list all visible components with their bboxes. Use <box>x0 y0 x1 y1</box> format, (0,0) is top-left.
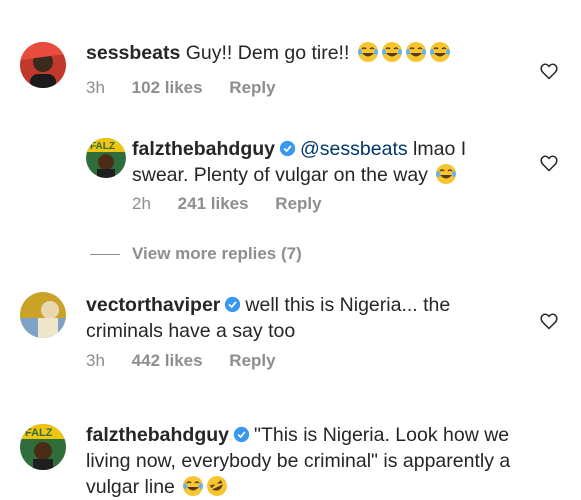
comment-text: vectorthaviper well this is Nigeria... th… <box>86 292 506 344</box>
timestamp: 3h <box>86 78 105 97</box>
comment-meta: 2h 241 likes Reply <box>132 194 344 214</box>
view-more-label: View more replies (7) <box>132 244 302 263</box>
verified-badge-icon <box>279 140 296 157</box>
avatar-sessbeats[interactable] <box>20 42 66 88</box>
likes-count[interactable]: 241 likes <box>178 194 249 213</box>
view-more-replies-button[interactable]: View more replies (7) <box>90 244 302 264</box>
username[interactable]: falzthebahdguy <box>86 424 229 446</box>
reply-button[interactable]: Reply <box>275 194 321 213</box>
comment-body: Guy!! Dem go tire!! <box>185 42 350 64</box>
laughing-tears-emoji <box>357 42 378 62</box>
avatar-falzthebahdguy[interactable]: FALZ <box>86 138 126 178</box>
timestamp: 3h <box>86 351 105 370</box>
emoji-group <box>355 42 451 64</box>
divider-line <box>90 254 120 256</box>
username[interactable]: vectorthaviper <box>86 294 220 316</box>
avatar-vectorthaviper[interactable] <box>20 292 66 338</box>
verified-badge-icon <box>233 426 250 443</box>
laughing-tears-emoji <box>183 476 204 496</box>
reply-button[interactable]: Reply <box>229 78 275 97</box>
comment-meta: 3h 102 likes Reply <box>86 78 298 98</box>
svg-text:FALZ: FALZ <box>90 141 115 152</box>
mention-link[interactable]: @sessbeats <box>300 138 408 160</box>
timestamp: 2h <box>132 194 151 213</box>
username[interactable]: falzthebahdguy <box>132 138 275 160</box>
likes-count[interactable]: 442 likes <box>132 351 203 370</box>
laughing-tears-emoji <box>429 42 450 62</box>
comment-text: sessbeats Guy!! Dem go tire!! <box>86 40 526 66</box>
svg-text:FALZ: FALZ <box>25 427 53 439</box>
comment-meta: 3h 442 likes Reply <box>86 351 298 371</box>
rolling-laughing-emoji <box>207 476 228 496</box>
likes-count[interactable]: 102 likes <box>132 78 203 97</box>
laughing-tears-emoji <box>405 42 426 62</box>
comment-text: falzthebahdguy @sessbeats lmao I swear. P… <box>132 136 522 188</box>
verified-badge-icon <box>225 296 241 313</box>
heart-icon[interactable] <box>539 311 559 331</box>
reply-button[interactable]: Reply <box>229 351 275 370</box>
avatar-falzthebahdguy[interactable]: FALZ <box>20 424 66 470</box>
heart-icon[interactable] <box>539 153 559 173</box>
username[interactable]: sessbeats <box>86 42 180 64</box>
comment-text: falzthebahdguy "This is Nigeria. Look how… <box>86 422 516 500</box>
laughing-tears-emoji <box>381 42 402 62</box>
laughing-tears-emoji <box>436 164 457 184</box>
heart-icon[interactable] <box>539 61 559 81</box>
